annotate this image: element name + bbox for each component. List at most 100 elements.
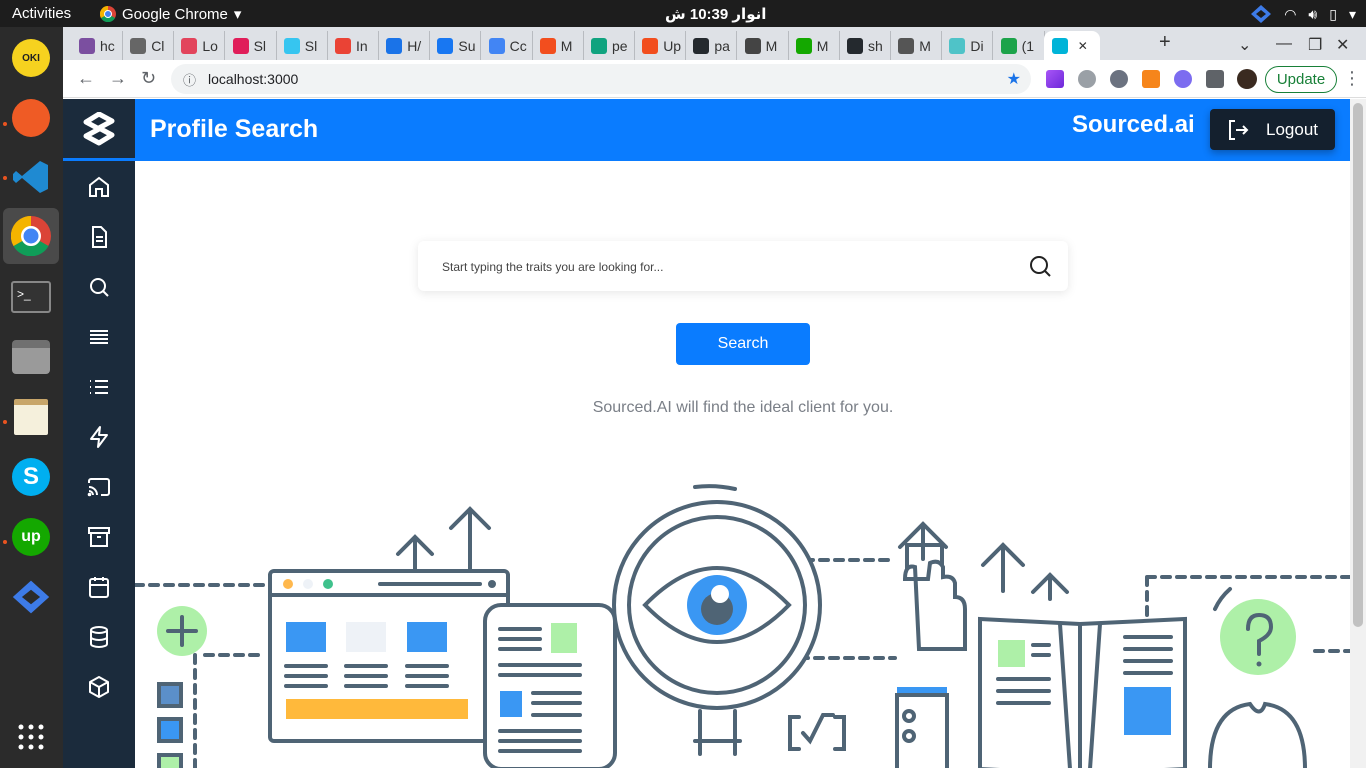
list-icon[interactable] bbox=[85, 373, 113, 401]
dock-oki-icon[interactable]: OKI bbox=[9, 36, 53, 80]
url-text: localhost:3000 bbox=[208, 71, 299, 87]
update-button[interactable]: Update bbox=[1265, 66, 1337, 93]
dock-anydesk-icon[interactable] bbox=[9, 575, 53, 619]
brand-name: Sourced.ai bbox=[1072, 111, 1195, 138]
bug-extension-icon[interactable] bbox=[1110, 70, 1128, 88]
dock-skype-icon[interactable]: S bbox=[9, 455, 53, 499]
dock: OKI >_ S up bbox=[0, 27, 63, 768]
globe-extension-icon[interactable] bbox=[1078, 70, 1096, 88]
dock-postman-icon[interactable] bbox=[9, 96, 53, 140]
tab-0[interactable]: hc bbox=[71, 31, 123, 60]
favicon-icon bbox=[642, 37, 659, 54]
document-icon[interactable] bbox=[85, 223, 113, 251]
clock[interactable]: انوار 10:39 ش bbox=[665, 5, 766, 23]
tab-2[interactable]: Lo bbox=[173, 31, 226, 60]
activities-button[interactable]: Activities bbox=[12, 5, 71, 22]
scrollbar-thumb[interactable] bbox=[1353, 103, 1363, 627]
traits-search-input[interactable] bbox=[442, 256, 1002, 278]
wifi-icon: ◠ bbox=[1284, 5, 1297, 22]
dock-vscode-icon[interactable] bbox=[9, 155, 53, 199]
close-tab-icon[interactable]: ✕ bbox=[1078, 39, 1088, 53]
favicon-icon bbox=[898, 37, 915, 54]
badge-extension-icon[interactable] bbox=[1174, 70, 1192, 88]
search-box bbox=[418, 241, 1068, 291]
favicon-icon bbox=[949, 37, 966, 54]
reload-icon[interactable]: ↻ bbox=[141, 68, 156, 89]
tab-11[interactable]: Up bbox=[634, 31, 687, 60]
new-tab-icon[interactable]: + bbox=[1159, 31, 1171, 54]
extensions-puzzle-icon[interactable] bbox=[1206, 70, 1224, 88]
restore-icon[interactable]: ❐ bbox=[1308, 35, 1322, 55]
tagline: Sourced.AI will find the ideal client fo… bbox=[592, 399, 894, 416]
metamask-extension-icon[interactable] bbox=[1142, 70, 1160, 88]
app-menu[interactable]: Google Chrome ▾ bbox=[100, 5, 241, 23]
archive-icon[interactable] bbox=[85, 523, 113, 551]
system-tray[interactable]: ◠ 🔊︎ ▯ ▾ bbox=[1250, 4, 1356, 24]
tab-label: M bbox=[560, 37, 573, 54]
logout-icon bbox=[1229, 119, 1249, 140]
search-icon[interactable] bbox=[85, 273, 113, 301]
tab-13[interactable]: M bbox=[737, 31, 789, 60]
calendar-icon[interactable] bbox=[85, 573, 113, 601]
favicon-icon bbox=[693, 37, 710, 54]
profile-avatar[interactable] bbox=[1237, 69, 1257, 89]
tab-label: pa bbox=[714, 37, 730, 54]
tab-label: Cc bbox=[509, 37, 527, 54]
dock-upwork-icon[interactable]: up bbox=[9, 515, 53, 559]
database-icon[interactable] bbox=[85, 623, 113, 651]
running-indicator bbox=[3, 122, 7, 126]
dock-terminal-icon[interactable]: >_ bbox=[9, 275, 53, 319]
tab-10[interactable]: pe bbox=[583, 31, 635, 60]
tab-12[interactable]: pa bbox=[685, 31, 738, 60]
tab-label: Sl bbox=[304, 37, 318, 54]
tab-18[interactable]: (1 bbox=[993, 31, 1045, 60]
tab-label: In bbox=[356, 37, 368, 54]
dock-text-editor-icon[interactable] bbox=[9, 395, 53, 439]
menu-icon[interactable] bbox=[85, 323, 113, 351]
sidebar bbox=[63, 99, 135, 768]
minimize-icon[interactable]: — bbox=[1276, 35, 1292, 53]
favicon-icon bbox=[437, 37, 454, 54]
tab-label: M bbox=[919, 37, 931, 54]
tab-7[interactable]: Su bbox=[429, 31, 482, 60]
favicon-icon bbox=[79, 37, 95, 54]
feather-extension-icon[interactable] bbox=[1046, 70, 1064, 88]
tab-17[interactable]: Di bbox=[941, 31, 994, 60]
dock-chrome-icon[interactable] bbox=[3, 208, 59, 264]
search-button[interactable]: Search bbox=[676, 323, 810, 365]
app-logo[interactable] bbox=[63, 99, 135, 161]
favicon-icon bbox=[386, 37, 403, 54]
os-top-bar: Activities Google Chrome ▾ انوار 10:39 ش… bbox=[0, 0, 1366, 27]
forward-icon[interactable]: → bbox=[109, 68, 127, 89]
close-window-icon[interactable]: ✕ bbox=[1336, 35, 1349, 55]
tab-6[interactable]: H/ bbox=[378, 31, 431, 60]
kebab-menu-icon[interactable]: ⋮ bbox=[1343, 68, 1361, 89]
show-applications-icon[interactable] bbox=[9, 715, 53, 759]
favicon-icon bbox=[539, 37, 556, 54]
tab-19[interactable]: ✕ bbox=[1043, 31, 1100, 60]
package-icon[interactable] bbox=[85, 673, 113, 701]
tab-3[interactable]: Sl bbox=[225, 31, 277, 60]
search-icon[interactable] bbox=[1028, 254, 1052, 278]
tab-search-icon[interactable]: ⌄ bbox=[1238, 35, 1251, 55]
tab-1[interactable]: Cl bbox=[122, 31, 175, 60]
logout-button[interactable]: Logout bbox=[1210, 109, 1335, 150]
chevron-down-icon: ▾ bbox=[1348, 5, 1356, 22]
browser-toolbar: ← → ↻ ⓘ localhost:3000 ★ Update ⋮ bbox=[63, 60, 1366, 98]
page-scrollbar[interactable] bbox=[1350, 99, 1366, 768]
tab-16[interactable]: M bbox=[890, 31, 943, 60]
tab-4[interactable]: Sl bbox=[276, 31, 328, 60]
tab-8[interactable]: Cc bbox=[481, 31, 533, 60]
tab-5[interactable]: In bbox=[327, 31, 379, 60]
home-icon[interactable] bbox=[85, 173, 113, 201]
back-icon[interactable]: ← bbox=[77, 68, 95, 89]
cast-icon[interactable] bbox=[85, 473, 113, 501]
tab-9[interactable]: M bbox=[532, 31, 584, 60]
tab-14[interactable]: M bbox=[788, 31, 840, 60]
bookmark-star-icon[interactable]: ★ bbox=[1007, 69, 1021, 89]
dock-files-icon[interactable] bbox=[9, 335, 53, 379]
tab-15[interactable]: sh bbox=[839, 31, 891, 60]
search-illustration bbox=[135, 484, 1350, 768]
bolt-icon[interactable] bbox=[85, 423, 113, 451]
address-bar[interactable]: ⓘ localhost:3000 ★ bbox=[171, 64, 1031, 94]
